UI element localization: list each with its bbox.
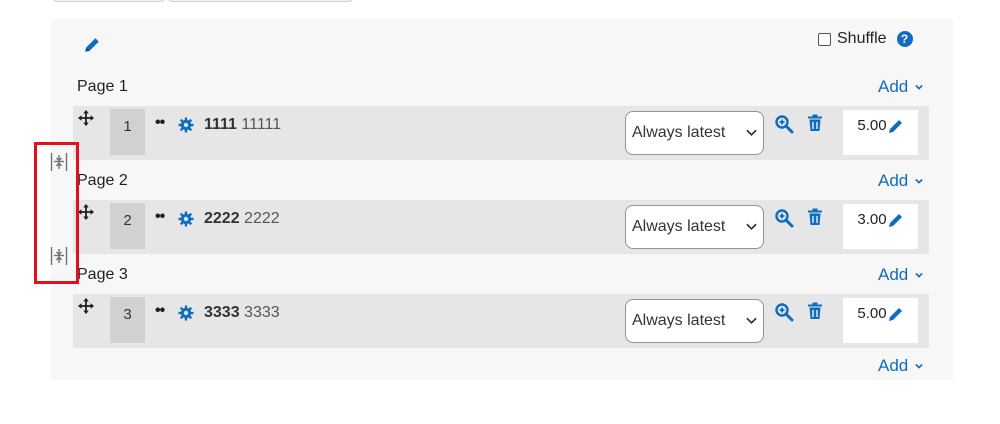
add-label: Add — [878, 77, 909, 96]
trash-icon[interactable] — [807, 208, 823, 226]
highlight-box — [34, 142, 79, 284]
question-type-icon: •• — [155, 208, 165, 225]
add-label: Add — [878, 265, 909, 284]
question-text: 11111 — [241, 116, 282, 133]
question-title: 1111 — [204, 116, 237, 133]
version-select-value: Always latest — [632, 218, 726, 235]
max-mark-value: 3.00 — [857, 211, 887, 228]
chevron-down-icon — [915, 84, 924, 90]
page-label-1: Page 1 — [77, 78, 128, 95]
question-type-icon: •• — [155, 302, 165, 319]
question-type-icon: •• — [155, 114, 165, 131]
version-select[interactable]: Always latest — [625, 205, 764, 249]
max-mark-value: 5.00 — [857, 117, 887, 134]
top-tab-1[interactable] — [53, 0, 165, 2]
add-label: Add — [878, 356, 909, 375]
add-menu-page-3[interactable]: Add — [878, 265, 924, 285]
question-number: 3 — [110, 297, 145, 343]
page-label-3: Page 3 — [77, 266, 128, 283]
gear-icon[interactable] — [178, 117, 194, 133]
chevron-down-icon — [915, 363, 924, 369]
move-arrows-icon[interactable] — [77, 203, 95, 221]
zoom-in-icon[interactable] — [774, 114, 794, 134]
question-number: 1 — [110, 109, 145, 155]
question-title: 3333 — [204, 304, 240, 321]
move-arrows-icon[interactable] — [77, 297, 95, 315]
zoom-in-icon[interactable] — [774, 302, 794, 322]
shuffle-control[interactable]: Shuffle ? — [818, 30, 913, 48]
chevron-down-icon — [915, 178, 924, 184]
trash-icon[interactable] — [807, 114, 823, 132]
question-name[interactable]: 3333 3333 — [204, 304, 280, 322]
pencil-icon[interactable] — [888, 118, 904, 134]
chevron-down-icon — [746, 317, 757, 325]
add-label: Add — [878, 171, 909, 190]
max-mark[interactable]: 5.00 — [843, 110, 918, 155]
version-select-value: Always latest — [632, 124, 726, 141]
question-name[interactable]: 2222 2222 — [204, 210, 280, 228]
page-label-2: Page 2 — [77, 172, 128, 189]
question-circle-icon[interactable]: ? — [896, 31, 913, 47]
question-text: 2222 — [244, 210, 280, 227]
chevron-down-icon — [915, 272, 924, 278]
question-title: 2222 — [204, 210, 240, 227]
question-text: 3333 — [244, 304, 280, 321]
question-slot-1: 1 •• 1111 11111 Always latest 5.00 — [73, 106, 929, 160]
gear-icon[interactable] — [178, 211, 194, 227]
question-slot-3: 3 •• 3333 3333 Always latest 5.00 — [73, 294, 929, 348]
gear-icon[interactable] — [178, 305, 194, 321]
chevron-down-icon — [746, 223, 757, 231]
pencil-icon[interactable] — [888, 212, 904, 228]
pencil-icon[interactable] — [83, 36, 101, 54]
add-menu-page-2[interactable]: Add — [878, 171, 924, 191]
version-select[interactable]: Always latest — [625, 299, 764, 343]
shuffle-label: Shuffle — [837, 30, 887, 47]
max-mark-value: 5.00 — [857, 305, 887, 322]
chevron-down-icon — [746, 129, 757, 137]
add-menu-page-1[interactable]: Add — [878, 77, 924, 97]
pencil-icon[interactable] — [888, 306, 904, 322]
question-name[interactable]: 1111 11111 — [204, 116, 281, 134]
add-menu-end[interactable]: Add — [878, 356, 924, 376]
version-select[interactable]: Always latest — [625, 111, 764, 155]
top-tab-2[interactable] — [168, 0, 353, 2]
trash-icon[interactable] — [807, 302, 823, 320]
max-mark[interactable]: 5.00 — [843, 298, 918, 343]
max-mark[interactable]: 3.00 — [843, 204, 918, 249]
shuffle-checkbox[interactable] — [818, 32, 831, 46]
move-arrows-icon[interactable] — [77, 109, 95, 127]
question-number: 2 — [110, 203, 145, 249]
zoom-in-icon[interactable] — [774, 208, 794, 228]
version-select-value: Always latest — [632, 312, 726, 329]
question-slot-2: 2 •• 2222 2222 Always latest 3.00 — [73, 200, 929, 254]
